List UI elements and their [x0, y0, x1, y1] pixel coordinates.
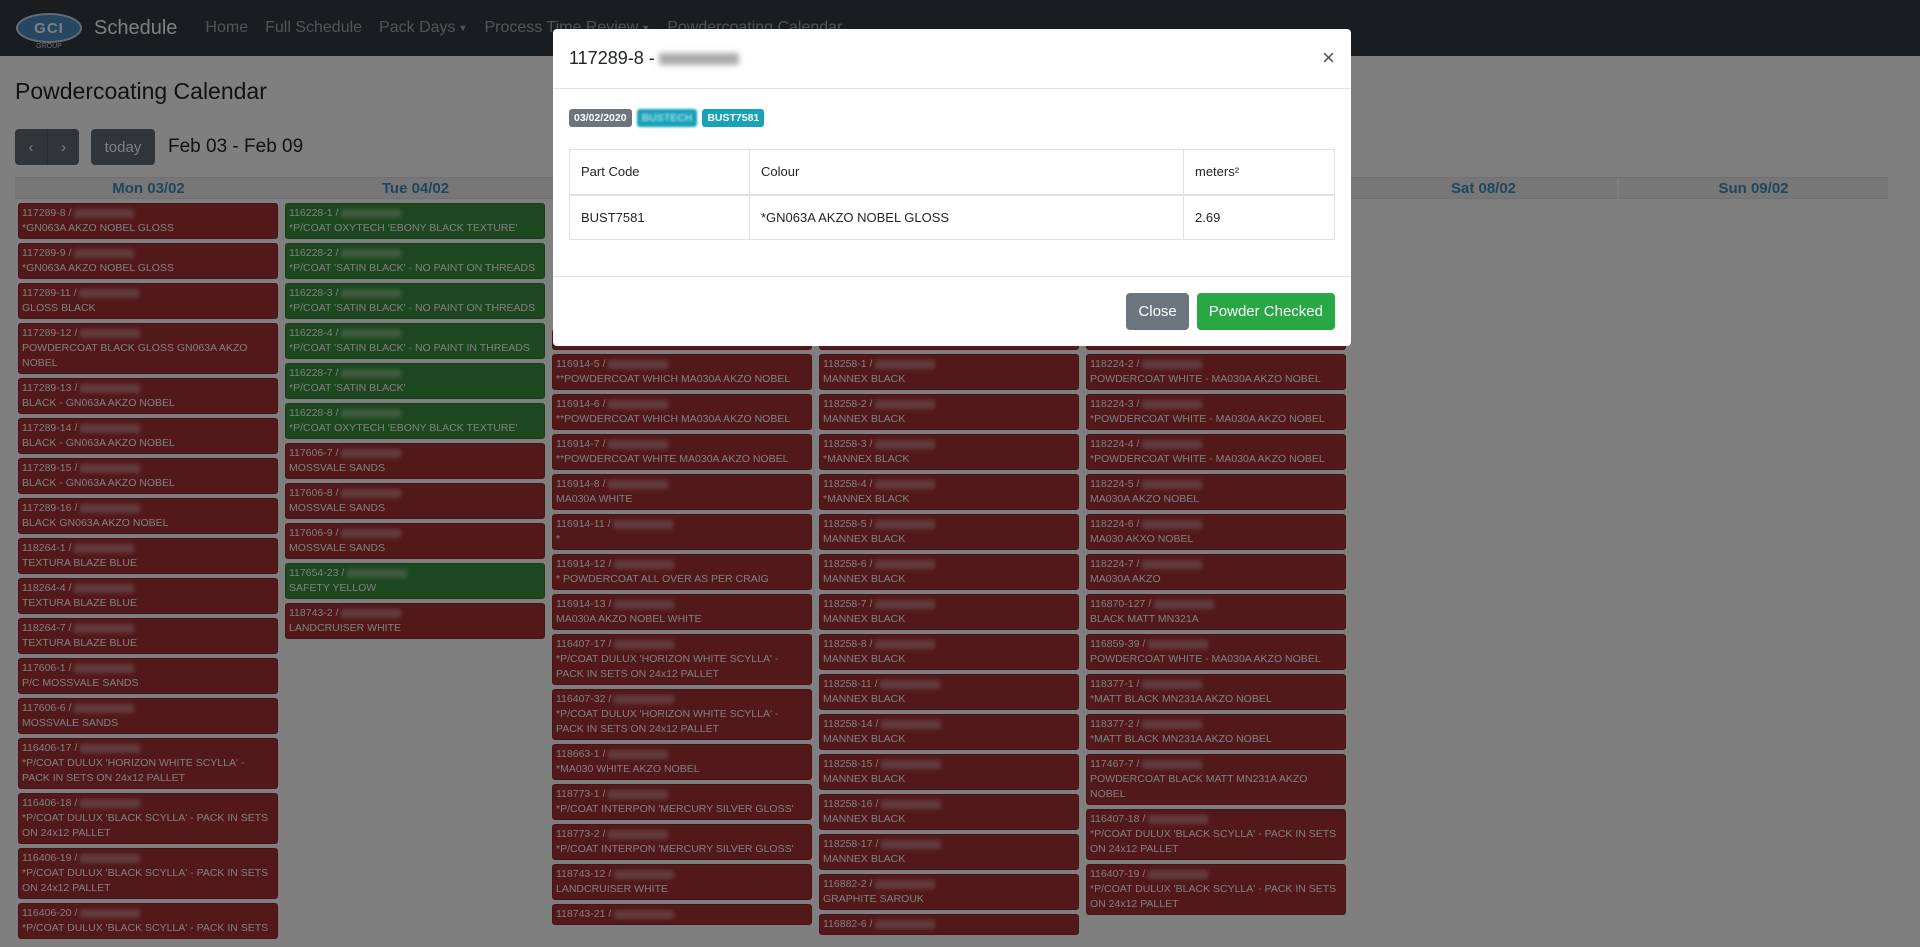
col-meters: meters² [1183, 149, 1335, 196]
modal-header: 117289-8 - × [553, 29, 1351, 89]
table-header-row: Part Code Colour meters² [569, 149, 1335, 196]
event-modal: 117289-8 - × 03/02/2020 BUSTECH BUST7581… [553, 29, 1351, 346]
cell-colour: *GN063A AKZO NOBEL GLOSS [749, 194, 1184, 240]
part-badge: BUST7581 [702, 109, 765, 127]
redacted-customer-name [658, 53, 739, 66]
customer-badge: BUSTECH [636, 109, 698, 127]
col-part-code: Part Code [569, 149, 750, 196]
modal-footer: Close Powder Checked [553, 276, 1351, 346]
cell-part-code: BUST7581 [569, 194, 750, 240]
table-row: BUST7581 *GN063A AKZO NOBEL GLOSS 2.69 [569, 194, 1335, 240]
cell-meters: 2.69 [1183, 194, 1335, 240]
close-button[interactable]: Close [1126, 293, 1189, 330]
parts-table: Part Code Colour meters² BUST7581 *GN063… [569, 149, 1335, 240]
close-icon[interactable]: × [1322, 45, 1335, 71]
powder-checked-button[interactable]: Powder Checked [1196, 293, 1335, 330]
modal-body: 03/02/2020 BUSTECH BUST7581 Part Code Co… [553, 89, 1351, 260]
col-colour: Colour [749, 149, 1184, 196]
date-badge: 03/02/2020 [569, 109, 632, 127]
modal-title: 117289-8 - [569, 48, 739, 69]
badge-row: 03/02/2020 BUSTECH BUST7581 [569, 109, 1335, 127]
